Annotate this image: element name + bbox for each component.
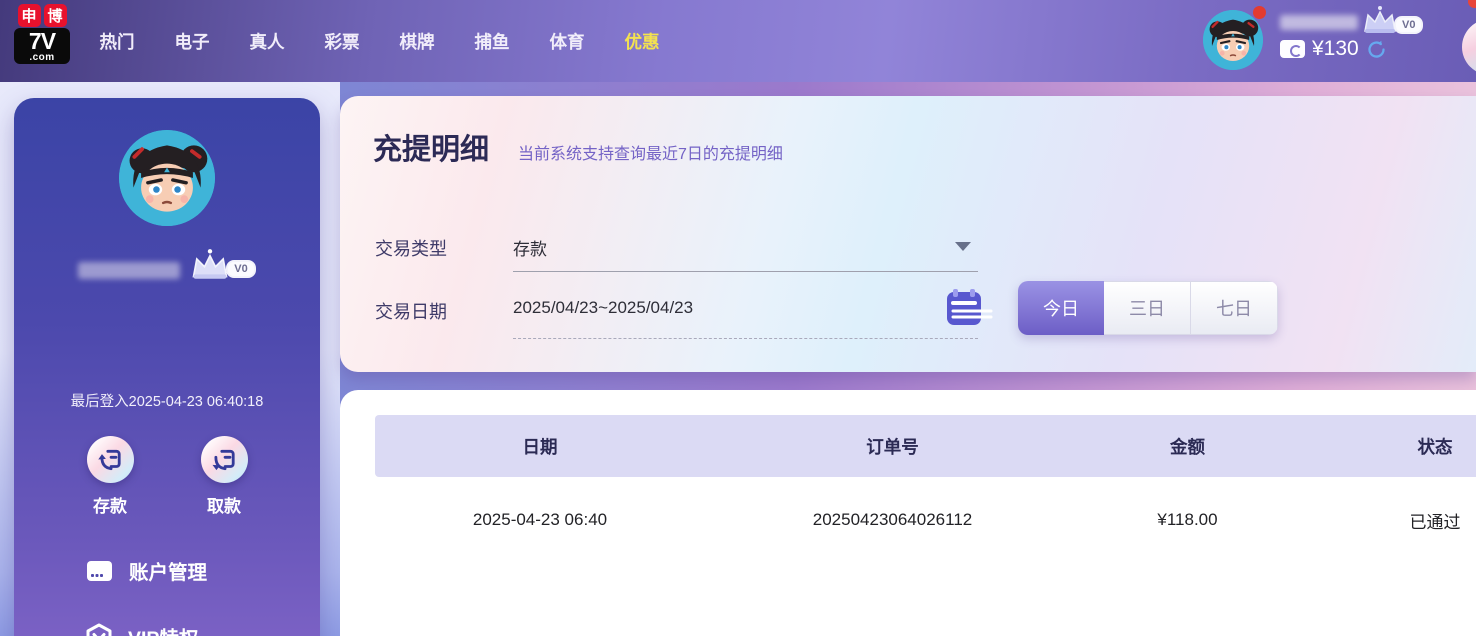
table-header: 日期 订单号 金额 状态 <box>375 415 1476 477</box>
main-content: 充提明细 当前系统支持查询最近7日的充提明细 交易类型 存款 交易日期 2025… <box>340 82 1476 636</box>
last-login-text: 最后登入2025-04-23 06:40:18 <box>70 394 264 410</box>
avatar-illustration <box>119 130 215 226</box>
deposit-arrow-icon <box>98 449 121 470</box>
sidebar-item-label: 账户管理 <box>129 562 208 584</box>
logo-domain-text: .com <box>29 52 55 63</box>
balance-area: ¥130 <box>1280 37 1387 61</box>
nav-item-hot[interactable]: 热门 <box>99 29 135 54</box>
logo-badge-right: 博 <box>43 4 67 27</box>
withdraw-button[interactable]: 取款 <box>184 436 264 517</box>
username-blurred <box>1280 15 1358 30</box>
sidebar-avatar <box>119 130 215 226</box>
wallet-icon <box>1280 40 1305 58</box>
top-navbar: 申 博 7V .com 热门 电子 真人 彩票 棋牌 捕鱼 体育 优惠 V0 ¥… <box>0 0 1476 82</box>
filter-panel: 充提明细 当前系统支持查询最近7日的充提明细 交易类型 存款 交易日期 2025… <box>340 96 1476 372</box>
sidebar-item-vip[interactable]: VIP特权 <box>86 622 207 636</box>
range-button-3days[interactable]: 三日 <box>1104 281 1191 335</box>
nav-item-slots[interactable]: 电子 <box>174 29 210 54</box>
logo-main-text: 7V <box>28 28 56 54</box>
bank-card-icon <box>87 560 112 581</box>
deposit-button[interactable]: 存款 <box>70 436 150 517</box>
cell-date: 2025-04-23 06:40 <box>472 510 608 529</box>
sidebar-menu: 账户管理 VIP特权 红利红包 <box>86 556 207 636</box>
vip-level[interactable]: V0 <box>1360 5 1424 35</box>
range-button-7days[interactable]: 七日 <box>1191 281 1278 335</box>
nav-item-promo[interactable]: 优惠 <box>624 29 660 54</box>
nav-item-chess[interactable]: 棋牌 <box>399 29 435 54</box>
col-header-amount: 金额 <box>1170 436 1205 457</box>
quick-actions: 存款 取款 <box>14 436 320 517</box>
withdraw-label: 取款 <box>207 497 241 516</box>
nav-item-live[interactable]: 真人 <box>249 29 285 54</box>
notification-dot <box>1253 6 1266 19</box>
col-header-date: 日期 <box>522 436 558 457</box>
date-underline <box>513 338 978 339</box>
col-header-order: 订单号 <box>866 436 919 457</box>
corner-notification-dot <box>1468 0 1476 8</box>
nav-item-sports[interactable]: 体育 <box>549 29 585 54</box>
records-panel: 日期 订单号 金额 状态 2025-04-23 06:40 2025042306… <box>340 390 1476 636</box>
date-range-buttons: 今日 三日 七日 <box>1018 281 1278 335</box>
site-logo[interactable]: 申 博 7V .com <box>14 4 70 64</box>
nav-item-fishing[interactable]: 捕鱼 <box>474 29 510 54</box>
transaction-type-label: 交易类型 <box>375 239 447 259</box>
transaction-type-select[interactable]: 存款 <box>513 235 547 260</box>
username-blurred <box>78 262 181 279</box>
withdraw-arrow-icon <box>212 449 235 470</box>
date-range-input[interactable]: 2025/04/23~2025/04/23 <box>513 298 693 318</box>
sidebar-item-account[interactable]: 账户管理 <box>86 556 207 585</box>
user-avatar[interactable] <box>1203 10 1263 70</box>
vip-badge: V0 <box>1394 16 1424 34</box>
vip-badge: V0 <box>226 260 256 278</box>
account-sidebar: V0 最后登入2025-04-23 06:40:18 存款 取款 账户管理 <box>14 98 320 636</box>
cell-amount: ¥118.00 <box>1157 510 1218 529</box>
sidebar-user-row: V0 <box>14 248 320 281</box>
deposit-label: 存款 <box>93 497 127 516</box>
balance-amount: ¥130 <box>1312 37 1359 60</box>
calendar-icon[interactable] <box>947 289 981 325</box>
cell-order-number: 20250423064026112 <box>812 510 973 529</box>
cell-status: 已通过 <box>1409 512 1461 532</box>
vip-shield-icon <box>86 623 112 636</box>
main-nav: 热门 电子 真人 彩票 棋牌 捕鱼 体育 优惠 <box>99 0 660 82</box>
range-button-today[interactable]: 今日 <box>1018 281 1104 335</box>
sidebar-item-label: VIP特权 <box>128 622 198 636</box>
nav-item-lottery[interactable]: 彩票 <box>324 29 360 54</box>
page-title: 充提明细 <box>373 134 490 166</box>
col-header-status: 状态 <box>1417 436 1453 457</box>
page-subtitle: 当前系统支持查询最近7日的充提明细 <box>518 146 783 163</box>
page: 申 博 7V .com 热门 电子 真人 彩票 棋牌 捕鱼 体育 优惠 V0 ¥… <box>0 0 1476 636</box>
transaction-date-label: 交易日期 <box>375 302 447 322</box>
select-underline <box>513 271 978 272</box>
avatar-illustration <box>1203 10 1263 70</box>
logo-badge-left: 申 <box>17 4 41 27</box>
chevron-down-icon[interactable] <box>955 242 971 251</box>
table-row: 2025-04-23 06:40 20250423064026112 ¥118.… <box>375 490 1476 550</box>
refresh-icon[interactable] <box>1366 39 1387 60</box>
